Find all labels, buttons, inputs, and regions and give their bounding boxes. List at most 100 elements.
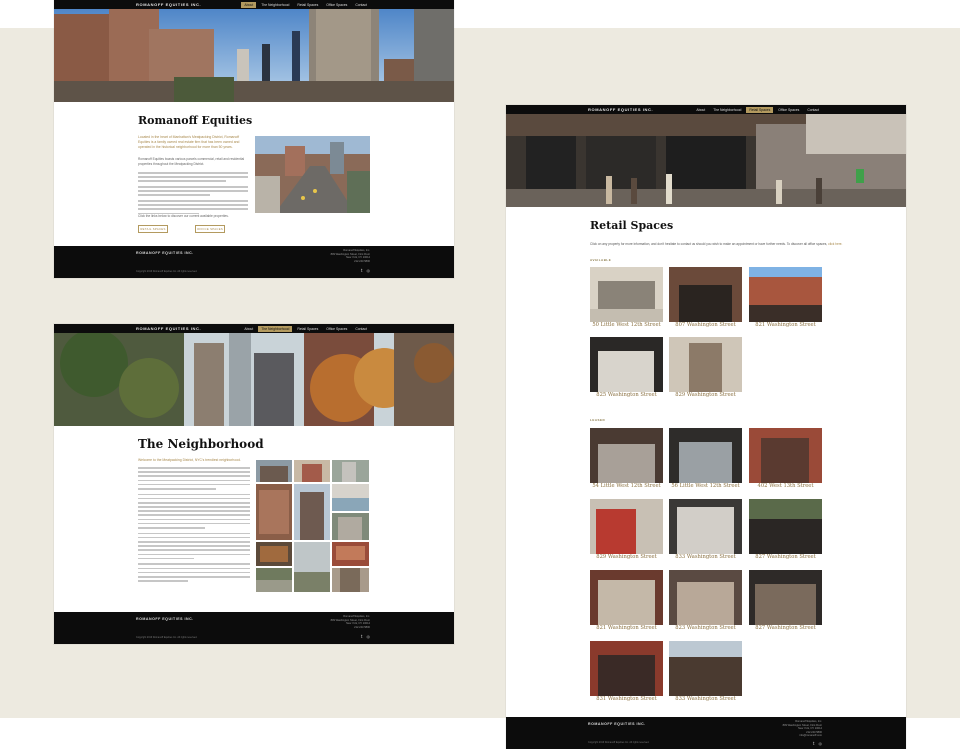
nav-item-contact[interactable]: Contact [352,326,370,332]
nav-item-about[interactable]: About [241,1,257,8]
property-caption[interactable]: 829 Washington Street [669,392,742,398]
intro-text: Click on any property for more informati… [590,242,843,246]
nav-item-retail[interactable]: Retail Spaces [746,106,774,113]
nav-item-contact[interactable]: Contact [804,107,822,113]
nav-item-retail[interactable]: Retail Spaces [294,326,321,332]
instagram-icon[interactable]: ◎ [367,634,371,639]
collage-photo-6 [332,484,369,511]
nav-menu: About The Neighborhood Retail Spaces Off… [241,324,370,333]
nav-item-retail[interactable]: Retail Spaces [294,2,321,8]
property-caption[interactable]: 56 Little West 12th Street [669,483,742,489]
collage-photo-1 [256,460,292,482]
aerial-street-photo [255,136,370,213]
top-nav: ROMANOFF EQUITIES INC. About The Neighbo… [54,324,454,333]
nav-menu: About The Neighborhood Retail Spaces Off… [693,105,822,114]
property-thumb[interactable] [669,570,742,625]
instagram-icon[interactable]: ◎ [367,268,371,273]
collage-photo-5 [294,484,330,540]
property-thumb[interactable] [669,641,742,696]
intro-lead: Located in the heart of Manhattan's Meat… [138,135,240,149]
property-caption[interactable]: 831 Washington Street [590,696,663,702]
body-text-block [138,172,248,217]
nav-item-neighborhood[interactable]: The Neighborhood [258,2,292,8]
property-thumb[interactable] [669,428,742,483]
property-thumb[interactable] [590,337,663,392]
hero-autumn-street-image [54,333,454,426]
property-thumb[interactable] [669,499,742,554]
property-thumb[interactable] [590,267,663,322]
site-footer: ROMANOFF EQUITIES INC. Copyright 2019 Ro… [506,717,906,749]
office-spaces-button[interactable]: OFFICE SPACES [195,225,225,233]
home-page-preview: ROMANOFF EQUITIES INC. About The Neighbo… [54,0,454,278]
nav-item-office[interactable]: Office Spaces [323,2,350,8]
site-footer: ROMANOFF EQUITIES INC. Copyright 2019 Ro… [54,612,454,644]
property-thumb[interactable] [590,570,663,625]
nav-item-about[interactable]: About [241,326,256,332]
property-caption[interactable]: 833 Washington Street [669,696,742,702]
neighborhood-page-preview: ROMANOFF EQUITIES INC. About The Neighbo… [54,324,454,644]
social-links: t ◎ [361,268,370,273]
collage-photo-9 [294,542,330,592]
collage-photo-4 [256,484,292,540]
collage-photo-10 [332,542,369,566]
property-thumb[interactable] [669,337,742,392]
property-thumb[interactable] [749,428,822,483]
property-caption[interactable]: 402 West 13th Street [749,483,822,489]
office-spaces-link[interactable]: click here. [828,242,842,246]
leased-heading: LEASED [590,418,606,422]
social-links: t ◎ [813,741,822,746]
page-title: The Neighborhood [138,437,264,451]
retail-spaces-button[interactable]: RETAIL SPACES [138,225,168,233]
property-caption[interactable]: 823 Washington Street [669,625,742,631]
property-thumb[interactable] [749,499,822,554]
footer-address: Romanoff Equities, Inc. 809 Washington S… [330,615,370,629]
property-thumb[interactable] [590,428,663,483]
twitter-icon[interactable]: t [361,268,363,273]
site-footer: ROMANOFF EQUITIES INC. Copyright 2019 Ro… [54,246,454,278]
available-heading: AVAILABLE [590,258,612,262]
instagram-icon[interactable]: ◎ [819,741,823,746]
nav-item-office[interactable]: Office Spaces [775,107,802,113]
footer-logo: ROMANOFF EQUITIES INC. [588,722,646,726]
nav-item-neighborhood[interactable]: The Neighborhood [710,107,744,113]
property-caption[interactable]: 833 Washington Street [669,554,742,560]
nav-item-office[interactable]: Office Spaces [323,326,350,332]
properties-prompt: Click the links below to discover our cu… [138,214,229,218]
collage-photo-2 [294,460,330,482]
property-caption[interactable]: 821 Washington Street [590,625,663,631]
property-thumb[interactable] [749,570,822,625]
hero-storefront-image [506,114,906,207]
nav-menu: About The Neighborhood Retail Spaces Off… [241,0,370,9]
property-caption[interactable]: 807 Washington Street [669,322,742,328]
property-thumb[interactable] [590,641,663,696]
footer-address: Romanoff Equities, Inc. 809 Washington S… [330,249,370,263]
property-caption[interactable]: 825 Washington Street [590,392,663,398]
property-thumb[interactable] [749,267,822,322]
intro-lead: Welcome to the Meatpacking District, NYC… [138,458,241,462]
property-thumb[interactable] [669,267,742,322]
hero-skyline-image [54,9,454,102]
property-thumb[interactable] [590,499,663,554]
property-caption[interactable]: 821 Washington Street [749,322,822,328]
footer-copyright: Copyright 2019 Romanoff Equities Inc. Al… [588,741,650,744]
property-caption[interactable]: 827 Washington Street [749,625,822,631]
collage-photo-7 [332,513,369,540]
nav-item-contact[interactable]: Contact [352,2,370,8]
footer-logo: ROMANOFF EQUITIES INC. [136,251,194,255]
property-caption[interactable]: 829 Washington Street [590,554,663,560]
twitter-icon[interactable]: t [813,741,815,746]
property-caption[interactable]: 827 Washington Street [749,554,822,560]
property-caption[interactable]: 54 Little West 12th Street [590,483,663,489]
nav-item-about[interactable]: About [693,107,708,113]
top-nav: ROMANOFF EQUITIES INC. About The Neighbo… [54,0,454,9]
brand-logo[interactable]: ROMANOFF EQUITIES INC. [588,107,653,112]
footer-copyright: Copyright 2019 Romanoff Equities Inc. Al… [136,270,198,273]
brand-logo[interactable]: ROMANOFF EQUITIES INC. [136,2,201,7]
brand-logo[interactable]: ROMANOFF EQUITIES INC. [136,326,201,331]
body-text-block [138,467,250,584]
twitter-icon[interactable]: t [361,634,363,639]
social-links: t ◎ [361,634,370,639]
nav-item-neighborhood[interactable]: The Neighborhood [258,325,293,332]
footer-logo: ROMANOFF EQUITIES INC. [136,617,194,621]
property-caption[interactable]: 50 Little West 12th Street [590,322,663,328]
